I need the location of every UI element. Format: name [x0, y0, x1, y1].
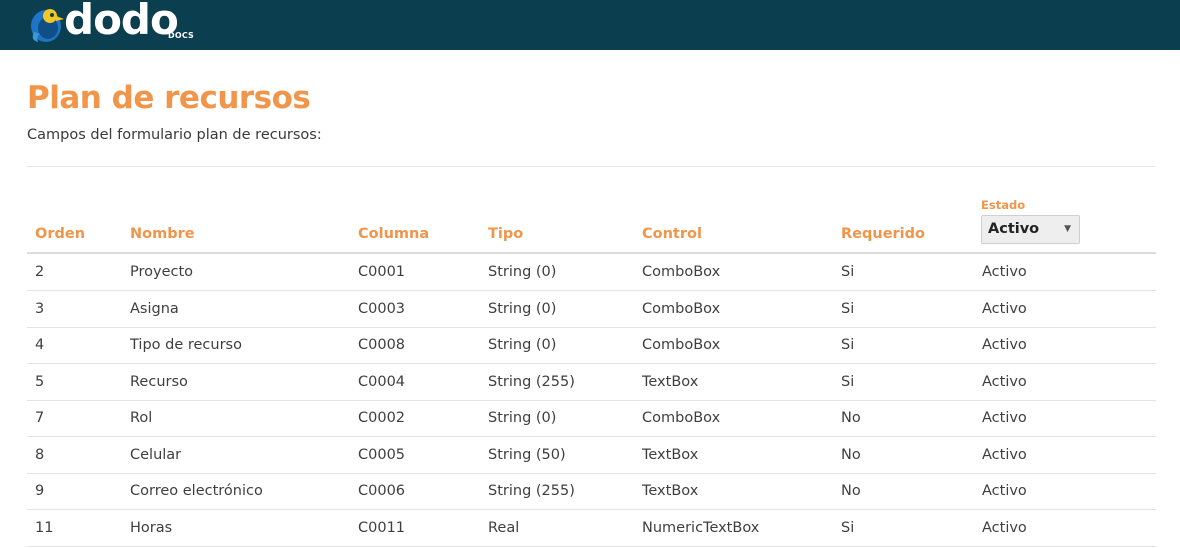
column-header-columna[interactable]: Columna — [358, 226, 429, 242]
column-header-control[interactable]: Control — [642, 226, 702, 242]
cell-control: TextBox — [642, 483, 699, 499]
cell-columna: C0001 — [358, 264, 406, 280]
cell-nombre: Recurso — [130, 374, 188, 390]
logo-subtext: DOCS — [168, 31, 195, 40]
cell-tipo: Real — [488, 520, 520, 536]
cell-control: TextBox — [642, 447, 699, 463]
cell-estado: Activo — [982, 264, 1027, 280]
cell-tipo: String (255) — [488, 483, 575, 499]
cell-estado: Activo — [982, 374, 1027, 390]
cell-nombre: Correo electrónico — [130, 483, 263, 499]
table-row: 3 Asigna C0003 String (0) ComboBox Si Ac… — [27, 291, 1156, 328]
table-row: 2 Proyecto C0001 String (0) ComboBox Si … — [27, 254, 1156, 291]
cell-control: ComboBox — [642, 410, 721, 426]
cell-requerido: No — [841, 447, 861, 463]
table-row: 5 Recurso C0004 String (255) TextBox Si … — [27, 364, 1156, 401]
status-filter-select[interactable]: Activo ▼ — [981, 215, 1080, 244]
cell-columna: C0011 — [358, 520, 406, 536]
logo-wordmark: dodo — [64, 0, 179, 44]
cell-estado: Activo — [982, 483, 1027, 499]
cell-nombre: Rol — [130, 410, 153, 426]
column-header-requerido[interactable]: Requerido — [841, 226, 925, 242]
cell-tipo: String (0) — [488, 301, 557, 317]
cell-estado: Activo — [982, 447, 1027, 463]
cell-requerido: Si — [841, 264, 855, 280]
cell-nombre: Horas — [130, 520, 173, 536]
cell-columna: C0006 — [358, 483, 406, 499]
page-title: Plan de recursos — [27, 80, 311, 116]
cell-orden: 9 — [35, 483, 45, 499]
dodo-docs-logo[interactable]: dodo ® DOCS — [26, 0, 196, 46]
cell-estado: Activo — [982, 520, 1027, 536]
column-header-orden[interactable]: Orden — [35, 226, 85, 242]
cell-control: ComboBox — [642, 264, 721, 280]
cell-orden: 7 — [35, 410, 45, 426]
cell-orden: 8 — [35, 447, 45, 463]
column-header-nombre[interactable]: Nombre — [130, 226, 195, 242]
cell-requerido: Si — [841, 337, 855, 353]
cell-nombre: Proyecto — [130, 264, 194, 280]
cell-columna: C0008 — [358, 337, 406, 353]
cell-orden: 4 — [35, 337, 45, 353]
cell-estado: Activo — [982, 337, 1027, 353]
cell-nombre: Celular — [130, 447, 182, 463]
cell-tipo: String (255) — [488, 374, 575, 390]
cell-estado: Activo — [982, 410, 1027, 426]
cell-columna: C0002 — [358, 410, 406, 426]
cell-requerido: Si — [841, 374, 855, 390]
dodo-bird-icon — [31, 9, 64, 42]
cell-orden: 5 — [35, 374, 45, 390]
cell-tipo: String (0) — [488, 264, 557, 280]
cell-requerido: Si — [841, 301, 855, 317]
cell-requerido: Si — [841, 520, 855, 536]
cell-nombre: Asigna — [130, 301, 179, 317]
cell-columna: C0003 — [358, 301, 406, 317]
cell-columna: C0004 — [358, 374, 406, 390]
top-bar: dodo ® DOCS — [0, 0, 1180, 50]
cell-nombre: Tipo de recurso — [130, 337, 242, 353]
cell-orden: 11 — [35, 520, 54, 536]
cell-orden: 3 — [35, 301, 45, 317]
cell-control: NumericTextBox — [642, 520, 760, 536]
table-row: 9 Correo electrónico C0006 String (255) … — [27, 473, 1156, 510]
table-row: 11 Horas C0011 Real NumericTextBox Si Ac… — [27, 510, 1156, 547]
cell-control: ComboBox — [642, 337, 721, 353]
chevron-down-icon: ▼ — [1064, 224, 1071, 234]
section-divider — [27, 166, 1155, 167]
cell-tipo: String (0) — [488, 410, 557, 426]
cell-requerido: No — [841, 410, 861, 426]
cell-orden: 2 — [35, 264, 45, 280]
page-subtitle: Campos del formulario plan de recursos: — [27, 127, 322, 143]
table-row: 7 Rol C0002 String (0) ComboBox No Activ… — [27, 400, 1156, 437]
status-filter-label: Estado — [981, 198, 1026, 212]
cell-tipo: String (0) — [488, 337, 557, 353]
cell-control: TextBox — [642, 374, 699, 390]
logo-registered-mark: ® — [167, 12, 174, 20]
cell-columna: C0005 — [358, 447, 406, 463]
column-header-tipo[interactable]: Tipo — [488, 226, 523, 242]
status-filter-value: Activo — [988, 221, 1040, 237]
cell-tipo: String (50) — [488, 447, 566, 463]
cell-estado: Activo — [982, 301, 1027, 317]
table-row: 8 Celular C0005 String (50) TextBox No A… — [27, 437, 1156, 474]
cell-control: ComboBox — [642, 301, 721, 317]
cell-requerido: No — [841, 483, 861, 499]
table-row: 4 Tipo de recurso C0008 String (0) Combo… — [27, 327, 1156, 364]
